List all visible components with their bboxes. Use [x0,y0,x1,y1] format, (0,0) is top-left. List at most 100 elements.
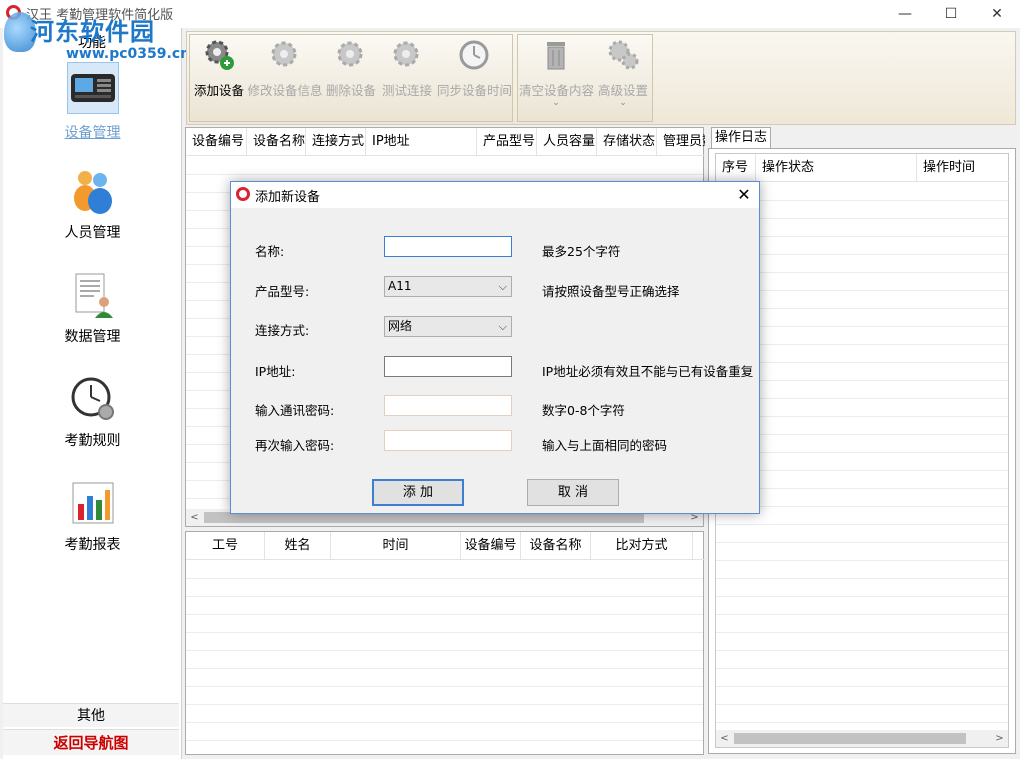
add-device-dialog: 添加新设备 ✕ 名称: 最多25个字符 产品型号: A11 ⌵ 请按照设备型号正… [230,181,760,514]
column-header[interactable]: 人员容量 [537,128,597,155]
add-device-button[interactable]: 添加设备 [189,38,249,99]
connection-method-select[interactable]: 网络 ⌵ [384,316,512,337]
scrollbar-thumb[interactable] [734,733,966,744]
add-button[interactable]: 添 加 [372,479,464,506]
advanced-settings-label: 高级设置 [597,83,648,98]
horizontal-scrollbar[interactable]: < > [716,730,1008,747]
column-header[interactable]: 操作状态 [756,154,917,181]
column-header[interactable]: 设备编号 [461,532,521,559]
sync-device-time-button[interactable]: 同步设备时间 [437,38,513,99]
column-header[interactable]: 姓名 [265,532,331,559]
sidebar-item-label: 考勤规则 [64,433,121,449]
column-header[interactable]: 产品型号 [477,128,537,155]
watermark-url: www.pc0359.cn [66,46,191,62]
users-icon [70,168,116,214]
connection-method-value: 网络 [388,319,413,333]
toolbar: 添加设备 修改设备信息 删除设备 测试连接 同步设备时间 清空设备内容 ⌄ 高级… [186,31,1016,125]
column-header[interactable]: 连接方式 [306,128,366,155]
name-input[interactable] [384,236,512,257]
comm-password-label: 输入通讯密码: [255,403,335,418]
edit-device-info-label: 修改设备信息 [247,83,323,98]
clock-gear-icon [70,376,116,422]
comm-password-input[interactable] [384,395,512,416]
confirm-password-input[interactable] [384,430,512,451]
product-model-select[interactable]: A11 ⌵ [384,276,512,297]
sidebar-item-attendance-reports[interactable]: 考勤报表 [3,480,182,554]
sidebar-item-label: 人员管理 [64,225,121,241]
sidebar-item-label: 设备管理 [64,125,121,141]
column-header[interactable]: 序号 [716,154,756,181]
column-header[interactable]: IP地址 [366,128,477,155]
sync-device-time-label: 同步设备时间 [437,83,513,98]
name-hint: 最多25个字符 [542,244,621,259]
chevron-down-icon: ⌄ [619,98,627,108]
scroll-left-icon[interactable]: < [186,509,203,526]
sidebar-item-device-management[interactable]: 设备管理 [3,62,182,142]
gear-add-icon [202,38,236,72]
column-header[interactable]: 设备名称 [521,532,591,559]
trash-icon [539,38,573,72]
delete-device-label: 删除设备 [325,83,376,98]
sidebar-item-label: 考勤报表 [64,537,121,553]
column-header[interactable]: 操作时间 [917,154,1009,181]
watermark-text: 河东软件园 [30,18,155,46]
app-logo-icon [236,187,250,201]
column-header[interactable]: 设备名称 [247,128,306,155]
attendance-device-icon [66,62,119,114]
product-model-hint: 请按照设备型号正确选择 [542,284,680,299]
maximize-button[interactable]: ☐ [928,0,974,28]
column-header[interactable]: 工号 [186,532,265,559]
confirm-password-hint: 输入与上面相同的密码 [542,438,668,453]
comm-password-hint: 数字0-8个字符 [542,403,625,418]
edit-device-info-button[interactable]: 修改设备信息 [247,38,323,99]
gear-link-icon [390,38,424,72]
ip-address-label: IP地址: [255,364,296,379]
sidebar-item-data-management[interactable]: 数据管理 [3,272,182,346]
document-user-icon [70,272,116,318]
clear-device-content-label: 清空设备内容 [519,83,595,98]
add-device-label: 添加设备 [193,83,244,98]
product-model-value: A11 [388,279,412,293]
name-label: 名称: [255,244,285,259]
bar-chart-icon [70,480,116,526]
sidebar-item-personnel-management[interactable]: 人员管理 [3,168,182,242]
back-to-navigation-button[interactable]: 返回导航图 [3,729,179,755]
minimize-button[interactable]: — [882,0,928,28]
dialog-close-button[interactable]: ✕ [729,182,759,208]
gears-icon [606,38,640,72]
gear-delete-icon [334,38,368,72]
attendance-record-table: 工号 姓名 时间 设备编号 设备名称 比对方式 [185,531,705,755]
delete-device-button[interactable]: 删除设备 [321,38,381,99]
clear-device-content-button[interactable]: 清空设备内容 ⌄ [519,38,595,108]
sidebar: 功能 设备管理 人员管理 数据管理 考勤规则 考勤报表 [3,28,182,759]
dialog-title: 添加新设备 [255,190,321,205]
product-model-label: 产品型号: [255,284,310,299]
column-header[interactable]: 管理员数 [657,128,705,155]
scroll-right-icon[interactable]: > [991,730,1008,747]
log-table-header: 序号 操作状态 操作时间 [716,154,1009,182]
sidebar-other-button[interactable]: 其他 [3,703,179,727]
ip-address-input[interactable] [384,356,512,377]
dialog-title-bar: 添加新设备 ✕ [231,182,759,208]
column-header[interactable]: 时间 [331,532,461,559]
ip-address-hint: IP地址必须有效且不能与已有设备重复 [542,364,754,379]
column-header[interactable]: 比对方式 [591,532,693,559]
chevron-down-icon: ⌵ [498,280,507,293]
connection-method-label: 连接方式: [255,323,310,338]
sidebar-item-attendance-rules[interactable]: 考勤规则 [3,376,182,450]
column-header[interactable]: 存储状态 [597,128,657,155]
scroll-left-icon[interactable]: < [716,730,733,747]
device-table-header: 设备编号 设备名称 连接方式 IP地址 产品型号 人员容量 存储状态 管理员数 [186,128,705,156]
gear-edit-icon [268,38,302,72]
sidebar-item-label: 数据管理 [64,329,121,345]
record-table-rows [186,561,703,754]
test-connection-label: 测试连接 [381,83,432,98]
test-connection-button[interactable]: 测试连接 [377,38,437,99]
chevron-down-icon: ⌵ [498,320,507,333]
tab-operation-log[interactable]: 操作日志 [711,127,771,149]
close-button[interactable]: ✕ [974,0,1020,28]
confirm-password-label: 再次输入密码: [255,438,335,453]
cancel-button[interactable]: 取 消 [527,479,619,506]
column-header[interactable]: 设备编号 [186,128,247,155]
advanced-settings-button[interactable]: 高级设置 ⌄ [593,38,653,108]
